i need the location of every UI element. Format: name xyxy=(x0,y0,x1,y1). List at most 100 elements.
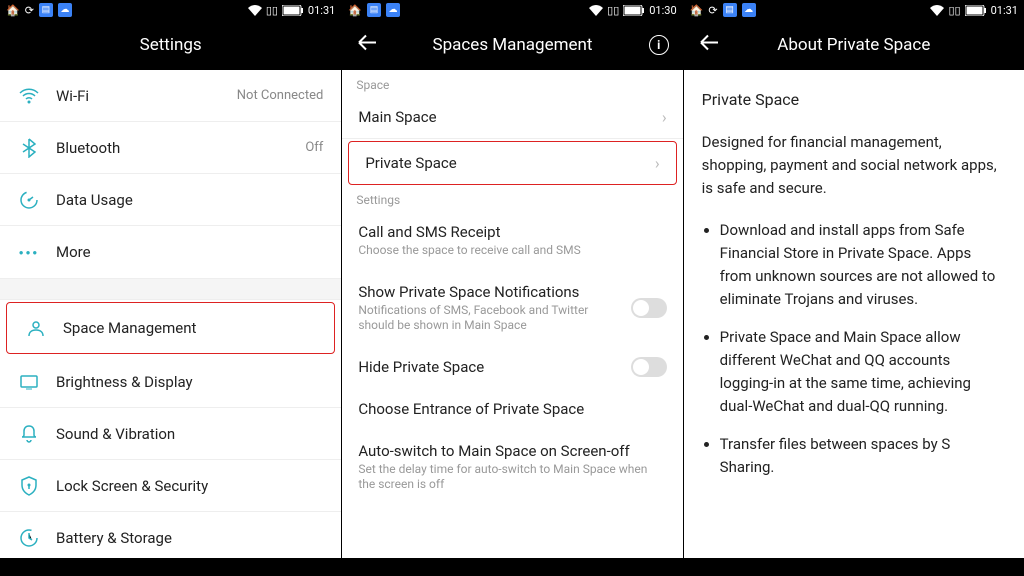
about-heading: Private Space xyxy=(702,88,1006,113)
row-label: Data Usage xyxy=(56,191,133,209)
row-battery[interactable]: Battery & Storage xyxy=(0,512,341,564)
panel-spaces-management: 🏠 ▤ ☁ ▯▯ 01:30 Spaces Management i Space… xyxy=(341,0,682,576)
settings-list: Wi-Fi Not Connected Bluetooth Off Data U… xyxy=(0,70,341,576)
app-icon: ▤ xyxy=(367,3,381,17)
status-bar: 🏠 ⟳ ▤ ☁ ▯▯ 01:31 xyxy=(684,0,1024,20)
data-icon xyxy=(18,190,40,210)
about-para: Designed for financial management, shopp… xyxy=(702,131,1006,201)
wifi-icon xyxy=(930,5,944,16)
nav-bar xyxy=(0,558,341,576)
app-bar: Settings xyxy=(0,20,341,70)
page-title: About Private Space xyxy=(777,35,930,55)
brightness-icon xyxy=(18,374,40,390)
app-bar: About Private Space xyxy=(684,20,1024,70)
row-value: Off xyxy=(305,140,323,155)
clock: 01:30 xyxy=(649,4,676,17)
lock-icon xyxy=(18,476,40,496)
about-bullet: Private Space and Main Space allow diffe… xyxy=(720,326,1006,419)
row-title: Choose Entrance of Private Space xyxy=(358,400,666,418)
row-choose-entrance[interactable]: Choose Entrance of Private Space xyxy=(342,388,682,430)
space-icon xyxy=(25,318,47,338)
wifi-icon xyxy=(248,5,262,16)
section-space: Space xyxy=(342,70,682,96)
row-title: Auto-switch to Main Space on Screen-off xyxy=(358,442,666,460)
row-space-management[interactable]: Space Management xyxy=(6,302,335,354)
overlay-mask xyxy=(944,502,1024,554)
more-icon: ●●● xyxy=(18,248,40,257)
signal-icon: ▯▯ xyxy=(266,4,278,17)
row-private-space[interactable]: Private Space › xyxy=(349,142,675,184)
row-auto-switch[interactable]: Auto-switch to Main Space on Screen-off … xyxy=(342,430,682,505)
app-bar: Spaces Management i xyxy=(342,20,682,70)
row-sound[interactable]: Sound & Vibration xyxy=(0,408,341,460)
row-title: Show Private Space Notifications xyxy=(358,283,666,301)
chevron-right-icon: › xyxy=(662,108,667,127)
status-bar: 🏠 ▤ ☁ ▯▯ 01:30 xyxy=(342,0,682,20)
row-title: Main Space xyxy=(358,108,666,126)
row-sub: Choose the space to receive call and SMS xyxy=(358,243,666,259)
signal-icon: ▯▯ xyxy=(607,4,619,17)
row-hide-private[interactable]: Hide Private Space xyxy=(342,346,682,388)
row-sub: Set the delay time for auto-switch to Ma… xyxy=(358,462,666,493)
cloud-icon: ☁ xyxy=(742,3,756,17)
panel-settings: 🏠 ⟳ ▤ ☁ ▯▯ 01:31 Settings Wi-Fi Not Conn… xyxy=(0,0,341,576)
about-content: Private Space Designed for financial man… xyxy=(684,70,1024,576)
row-call-sms[interactable]: Call and SMS Receipt Choose the space to… xyxy=(342,211,682,271)
toggle-switch[interactable] xyxy=(631,298,667,318)
home-icon: 🏠 xyxy=(690,4,704,17)
cloud-icon: ☁ xyxy=(58,3,72,17)
row-label: More xyxy=(56,243,91,261)
chevron-right-icon: › xyxy=(655,154,660,173)
bluetooth-icon xyxy=(18,138,40,158)
back-button[interactable] xyxy=(356,32,378,59)
spaces-content: Space Main Space › Private Space › Setti… xyxy=(342,70,682,576)
toggle-switch[interactable] xyxy=(631,357,667,377)
app-icon: ▤ xyxy=(39,3,53,17)
clock: 01:31 xyxy=(991,4,1018,17)
row-label: Sound & Vibration xyxy=(56,425,175,443)
row-brightness[interactable]: Brightness & Display xyxy=(0,356,341,408)
row-sub: Notifications of SMS, Facebook and Twitt… xyxy=(358,303,666,334)
row-show-notifications[interactable]: Show Private Space Notifications Notific… xyxy=(342,271,682,346)
section-gap xyxy=(0,278,341,300)
row-bluetooth[interactable]: Bluetooth Off xyxy=(0,122,341,174)
wifi-icon xyxy=(18,88,40,104)
clock: 01:31 xyxy=(308,4,335,17)
back-button[interactable] xyxy=(698,32,720,59)
signal-icon: ▯▯ xyxy=(948,4,960,17)
wifi-icon xyxy=(589,5,603,16)
app-icon: ▤ xyxy=(723,3,737,17)
page-title: Settings xyxy=(140,35,202,55)
row-lock-security[interactable]: Lock Screen & Security xyxy=(0,460,341,512)
battery-icon xyxy=(18,528,40,548)
row-title: Call and SMS Receipt xyxy=(358,223,666,241)
highlight-box: Private Space › xyxy=(348,141,676,185)
row-wifi[interactable]: Wi-Fi Not Connected xyxy=(0,70,341,122)
cloud-icon: ☁ xyxy=(386,3,400,17)
row-value: Not Connected xyxy=(237,88,324,103)
row-title: Hide Private Space xyxy=(358,358,666,376)
panel-about-private-space: 🏠 ⟳ ▤ ☁ ▯▯ 01:31 About Private Space Pri… xyxy=(683,0,1024,576)
about-bullet: Download and install apps from Safe Fina… xyxy=(720,219,1006,312)
row-more[interactable]: ●●● More xyxy=(0,226,341,278)
row-title: Private Space xyxy=(365,154,659,172)
status-bar: 🏠 ⟳ ▤ ☁ ▯▯ 01:31 xyxy=(0,0,341,20)
row-data-usage[interactable]: Data Usage xyxy=(0,174,341,226)
sound-icon xyxy=(18,424,40,444)
battery-icon xyxy=(282,5,304,16)
info-button[interactable]: i xyxy=(649,35,669,55)
row-label: Lock Screen & Security xyxy=(56,477,208,495)
section-settings: Settings xyxy=(342,185,682,211)
row-main-space[interactable]: Main Space › xyxy=(342,96,682,139)
home-icon: 🏠 xyxy=(6,4,20,17)
battery-icon xyxy=(623,5,645,16)
row-label: Space Management xyxy=(63,319,196,337)
nav-bar xyxy=(684,558,1024,576)
about-bullet: Transfer files between spaces by S Shari… xyxy=(720,433,1006,480)
nav-bar xyxy=(342,558,682,576)
page-title: Spaces Management xyxy=(433,35,593,55)
row-label: Wi-Fi xyxy=(56,87,89,105)
battery-icon xyxy=(965,5,987,16)
row-label: Brightness & Display xyxy=(56,373,193,391)
about-list: Download and install apps from Safe Fina… xyxy=(702,219,1006,480)
